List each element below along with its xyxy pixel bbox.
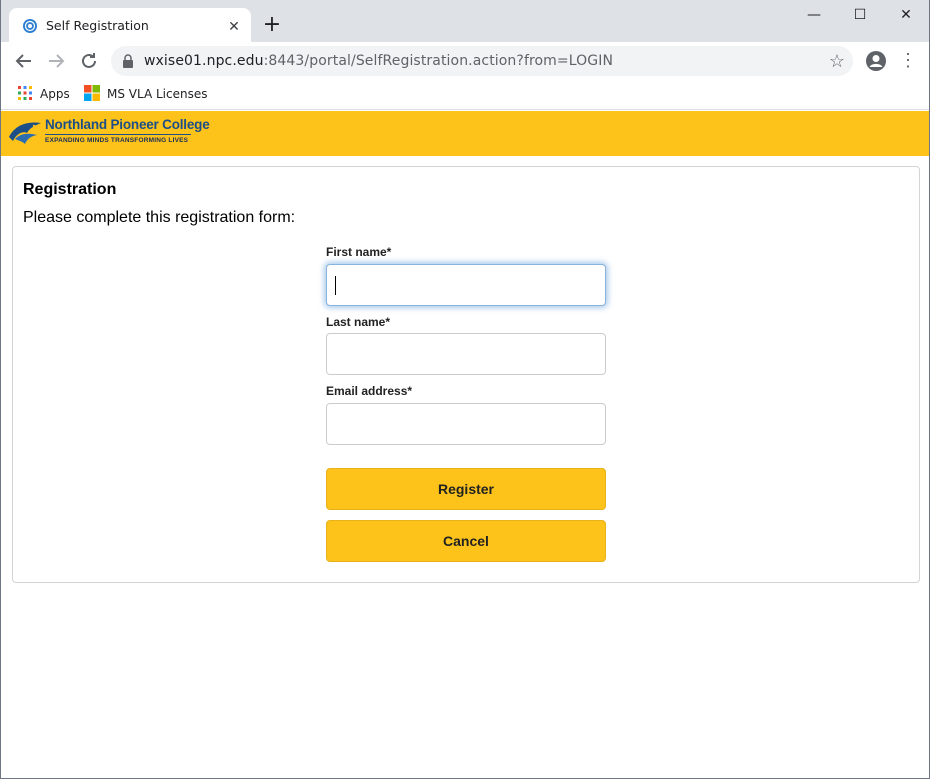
last-name-field[interactable] (326, 333, 606, 375)
email-field[interactable] (326, 403, 606, 445)
lock-icon (123, 54, 133, 68)
address-bar[interactable]: wxise01.npc.edu:8443/portal/SelfRegistra… (111, 46, 853, 76)
reload-icon[interactable] (77, 49, 101, 73)
new-tab-button[interactable]: + (261, 14, 283, 36)
registration-card: Registration Please complete this regist… (12, 166, 920, 583)
cancel-button[interactable]: Cancel (326, 520, 606, 562)
profile-icon[interactable] (865, 50, 887, 72)
eagle-logo-icon (9, 122, 41, 144)
email-label: Email address* (326, 384, 413, 398)
browser-tab[interactable]: Self Registration ✕ (9, 8, 251, 42)
browser-window: Self Registration ✕ + — ☐ ✕ wxise01.npc.… (0, 0, 930, 779)
register-button[interactable]: Register (326, 468, 606, 510)
url-host: wxise01.npc.edu (144, 53, 264, 69)
college-logo[interactable]: Northland Pioneer College EXPANDING MIND… (7, 116, 210, 150)
close-window-button[interactable]: ✕ (883, 4, 929, 28)
forward-icon[interactable] (44, 49, 68, 73)
college-name: Northland Pioneer College (45, 117, 210, 132)
maximize-button[interactable]: ☐ (837, 4, 883, 28)
minimize-button[interactable]: — (791, 4, 837, 28)
tab-strip: Self Registration ✕ + — ☐ ✕ (1, 0, 929, 42)
back-icon[interactable] (12, 49, 36, 73)
close-tab-icon[interactable]: ✕ (226, 18, 242, 34)
apps-grid-icon (18, 86, 32, 100)
browser-menu-icon[interactable]: ⋮ (899, 50, 917, 72)
tab-title: Self Registration (46, 18, 149, 33)
url-text: wxise01.npc.edu:8443/portal/SelfRegistra… (144, 53, 613, 69)
logo-divider (45, 134, 191, 135)
last-name-label: Last name* (326, 315, 391, 329)
bookmark-apps[interactable]: Apps (17, 85, 77, 105)
college-banner: Northland Pioneer College EXPANDING MIND… (1, 111, 929, 156)
bookmarks-bar: Apps MS VLA Licenses (1, 79, 929, 110)
bookmark-star-icon[interactable]: ☆ (829, 50, 845, 72)
favicon-icon (23, 19, 37, 33)
bookmark-ms-vla[interactable]: MS VLA Licenses (84, 85, 208, 105)
first-name-label: First name* (326, 245, 392, 259)
college-tagline: EXPANDING MINDS TRANSFORMING LIVES (45, 137, 189, 144)
first-name-field[interactable] (326, 264, 606, 306)
bookmark-label: Apps (40, 87, 70, 101)
form-instructions: Please complete this registration form: (23, 209, 296, 226)
browser-toolbar: wxise01.npc.edu:8443/portal/SelfRegistra… (1, 42, 929, 79)
text-caret (335, 276, 336, 295)
page-title: Registration (23, 181, 117, 198)
bookmark-label: MS VLA Licenses (107, 87, 208, 101)
url-path: :8443/portal/SelfRegistration.action?fro… (263, 53, 614, 69)
windows-logo-icon (84, 85, 100, 101)
